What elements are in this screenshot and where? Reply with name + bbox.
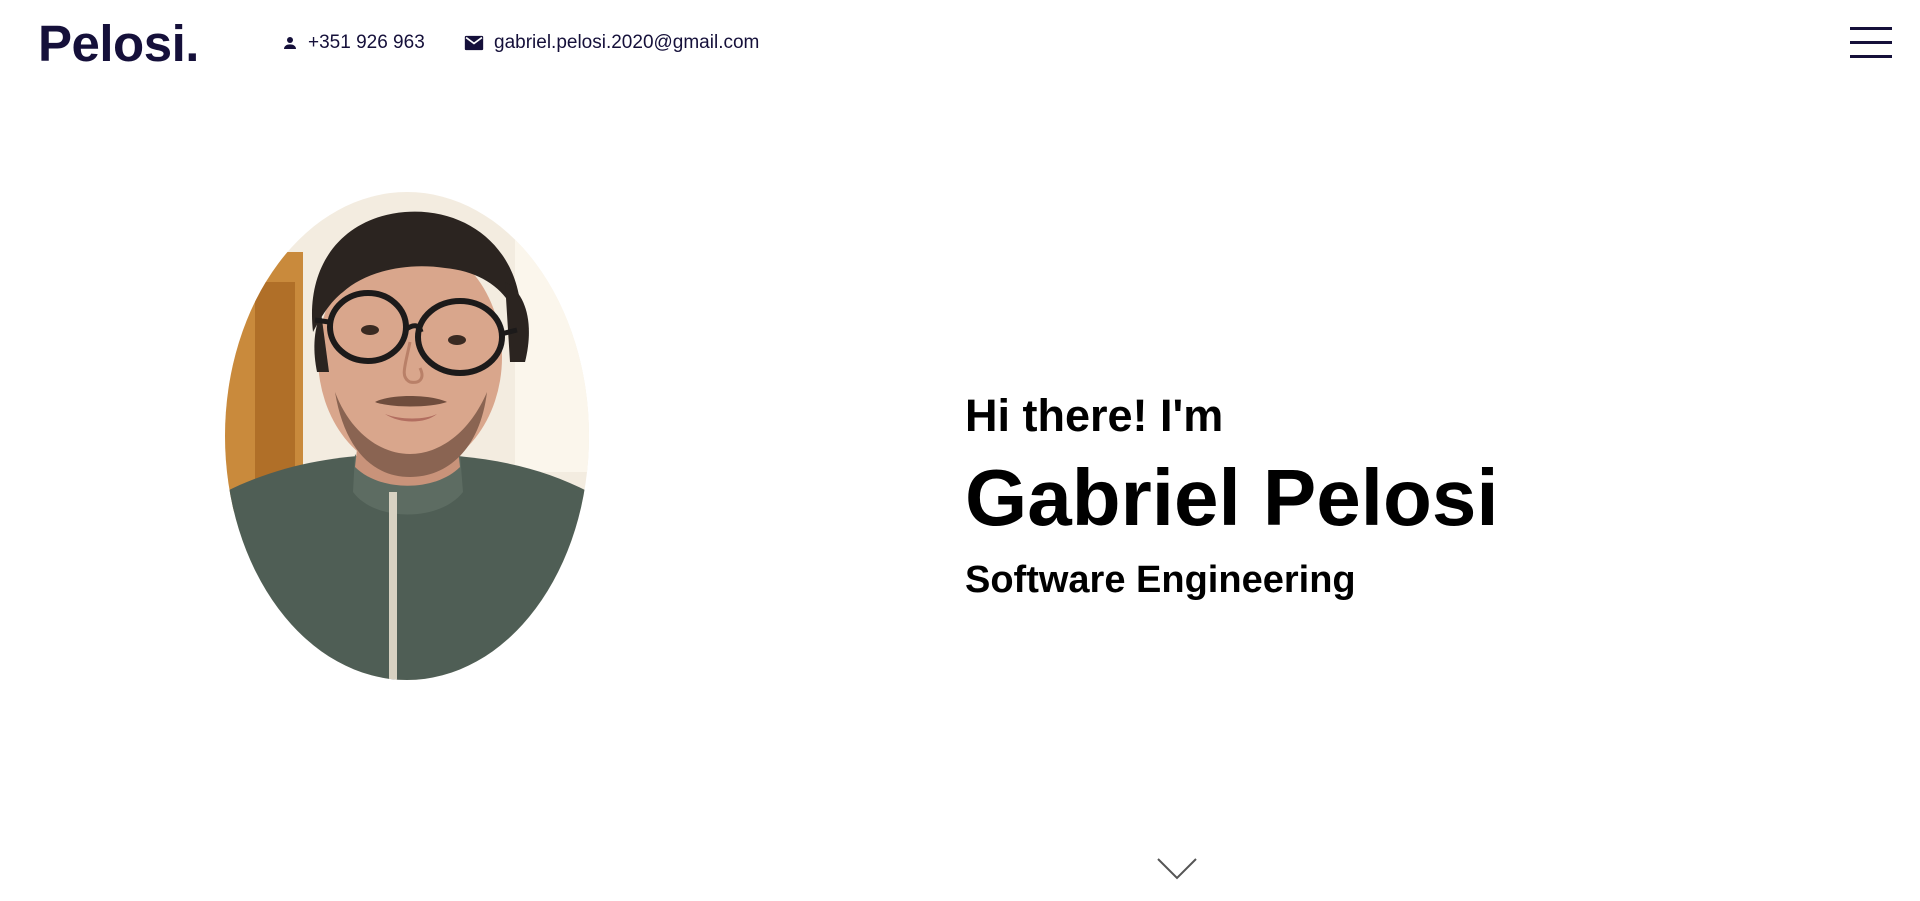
email-address: gabriel.pelosi.2020@gmail.com	[494, 32, 760, 53]
hero-name: Gabriel Pelosi	[965, 453, 1499, 542]
hero-role: Software Engineering	[965, 559, 1356, 601]
profile-photo	[225, 192, 589, 680]
site-logo[interactable]: Pelosi.	[38, 14, 199, 73]
chevron-down-icon[interactable]	[1156, 856, 1198, 882]
hamburger-menu-icon[interactable]	[1850, 25, 1894, 61]
phone-number: +351 926 963	[308, 32, 425, 53]
hero-greeting: Hi there! I'm	[965, 390, 1224, 441]
person-icon	[284, 37, 296, 49]
phone-contact[interactable]: +351 926 963	[282, 32, 425, 54]
envelope-icon	[464, 35, 484, 51]
site-header: Pelosi. +351 926 963 gabriel.pelosi.2020…	[0, 0, 1920, 90]
hero-intro: Hi there! I'm Gabriel Pelosi Software En…	[965, 388, 1499, 602]
email-contact[interactable]: gabriel.pelosi.2020@gmail.com	[464, 32, 759, 54]
